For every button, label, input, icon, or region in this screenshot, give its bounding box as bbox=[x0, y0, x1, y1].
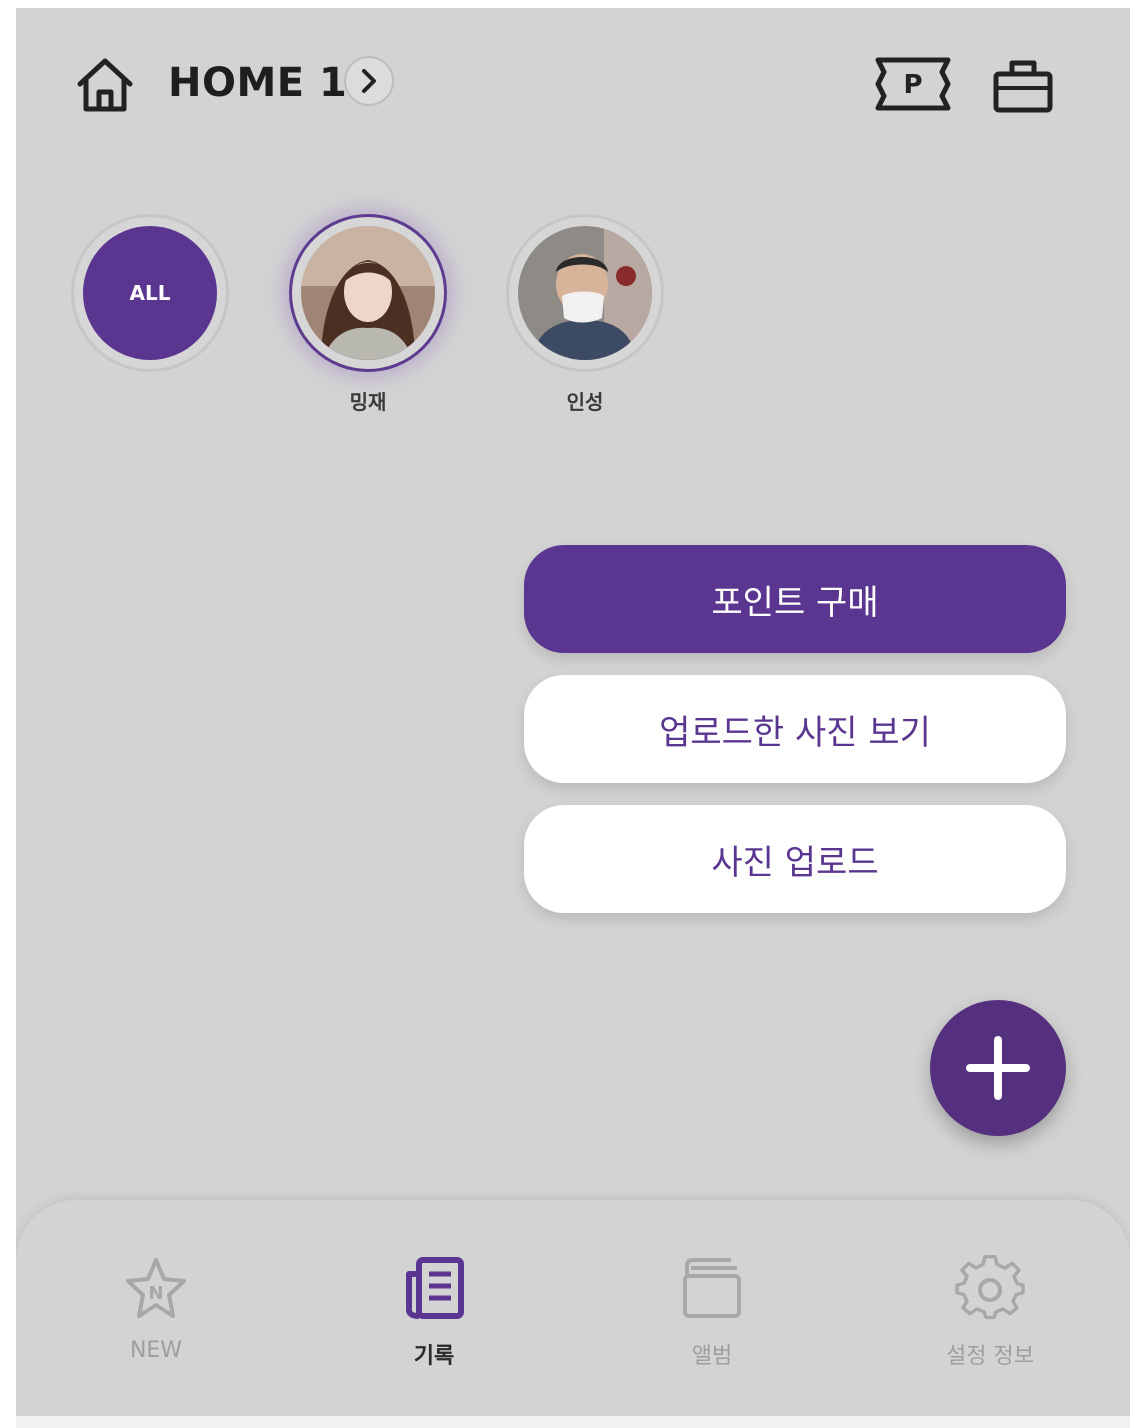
upload-photo-button[interactable]: 사진 업로드 bbox=[524, 805, 1066, 913]
nav-label: 기록 bbox=[413, 1344, 455, 1369]
svg-text:N: N bbox=[148, 1283, 163, 1304]
all-filter-label: ALL bbox=[83, 226, 217, 360]
nav-tab-records[interactable]: 기록 bbox=[324, 1254, 544, 1370]
star-new-icon: N bbox=[126, 1258, 186, 1318]
nav-tab-album[interactable]: 앨범 bbox=[602, 1254, 822, 1370]
member-inseong[interactable]: 인성 bbox=[506, 214, 664, 415]
member-mingjae[interactable]: 밍재 bbox=[289, 214, 447, 415]
album-icon bbox=[683, 1258, 741, 1318]
member-name: 인성 bbox=[566, 390, 604, 414]
avatar-photo-inseong bbox=[518, 226, 652, 360]
home-title[interactable]: HOME 1 bbox=[168, 60, 347, 106]
shopping-bag-icon[interactable] bbox=[992, 58, 1054, 114]
gear-icon bbox=[955, 1255, 1025, 1320]
app-screen: HOME 1 P ALL 밍재 인성 포인트 구매 업로드한 사진 보기 사진 … bbox=[16, 8, 1130, 1428]
nav-label: 앨범 bbox=[691, 1344, 733, 1369]
top-bar: HOME 1 P bbox=[16, 8, 1130, 158]
avatar bbox=[301, 226, 435, 360]
avatar-ring bbox=[506, 214, 664, 372]
view-uploaded-photos-button[interactable]: 업로드한 사진 보기 bbox=[524, 675, 1066, 783]
member-all[interactable]: ALL bbox=[71, 214, 229, 372]
nav-label: NEW bbox=[129, 1338, 183, 1363]
member-name: 밍재 bbox=[349, 390, 387, 414]
nav-tab-new[interactable]: N NEW bbox=[46, 1254, 266, 1363]
bottom-nav: N NEW 기록 앨범 설정 정보 bbox=[16, 1200, 1130, 1428]
nav-tab-settings[interactable]: 설정 정보 bbox=[880, 1254, 1100, 1370]
plus-icon bbox=[966, 1036, 1030, 1100]
chevron-right-icon[interactable] bbox=[344, 56, 394, 106]
home-icon[interactable] bbox=[74, 54, 136, 116]
add-fab-button[interactable] bbox=[930, 1000, 1066, 1136]
ticket-letter: P bbox=[903, 70, 922, 100]
records-icon bbox=[406, 1257, 464, 1319]
nav-label: 설정 정보 bbox=[946, 1344, 1034, 1369]
system-bottom-strip bbox=[16, 1416, 1130, 1428]
avatar bbox=[518, 226, 652, 360]
point-ticket-icon[interactable]: P bbox=[874, 56, 952, 112]
buy-points-button[interactable]: 포인트 구매 bbox=[524, 545, 1066, 653]
avatar-photo-mingjae bbox=[301, 226, 435, 360]
avatar-ring-selected bbox=[289, 214, 447, 372]
avatar-ring: ALL bbox=[71, 214, 229, 372]
